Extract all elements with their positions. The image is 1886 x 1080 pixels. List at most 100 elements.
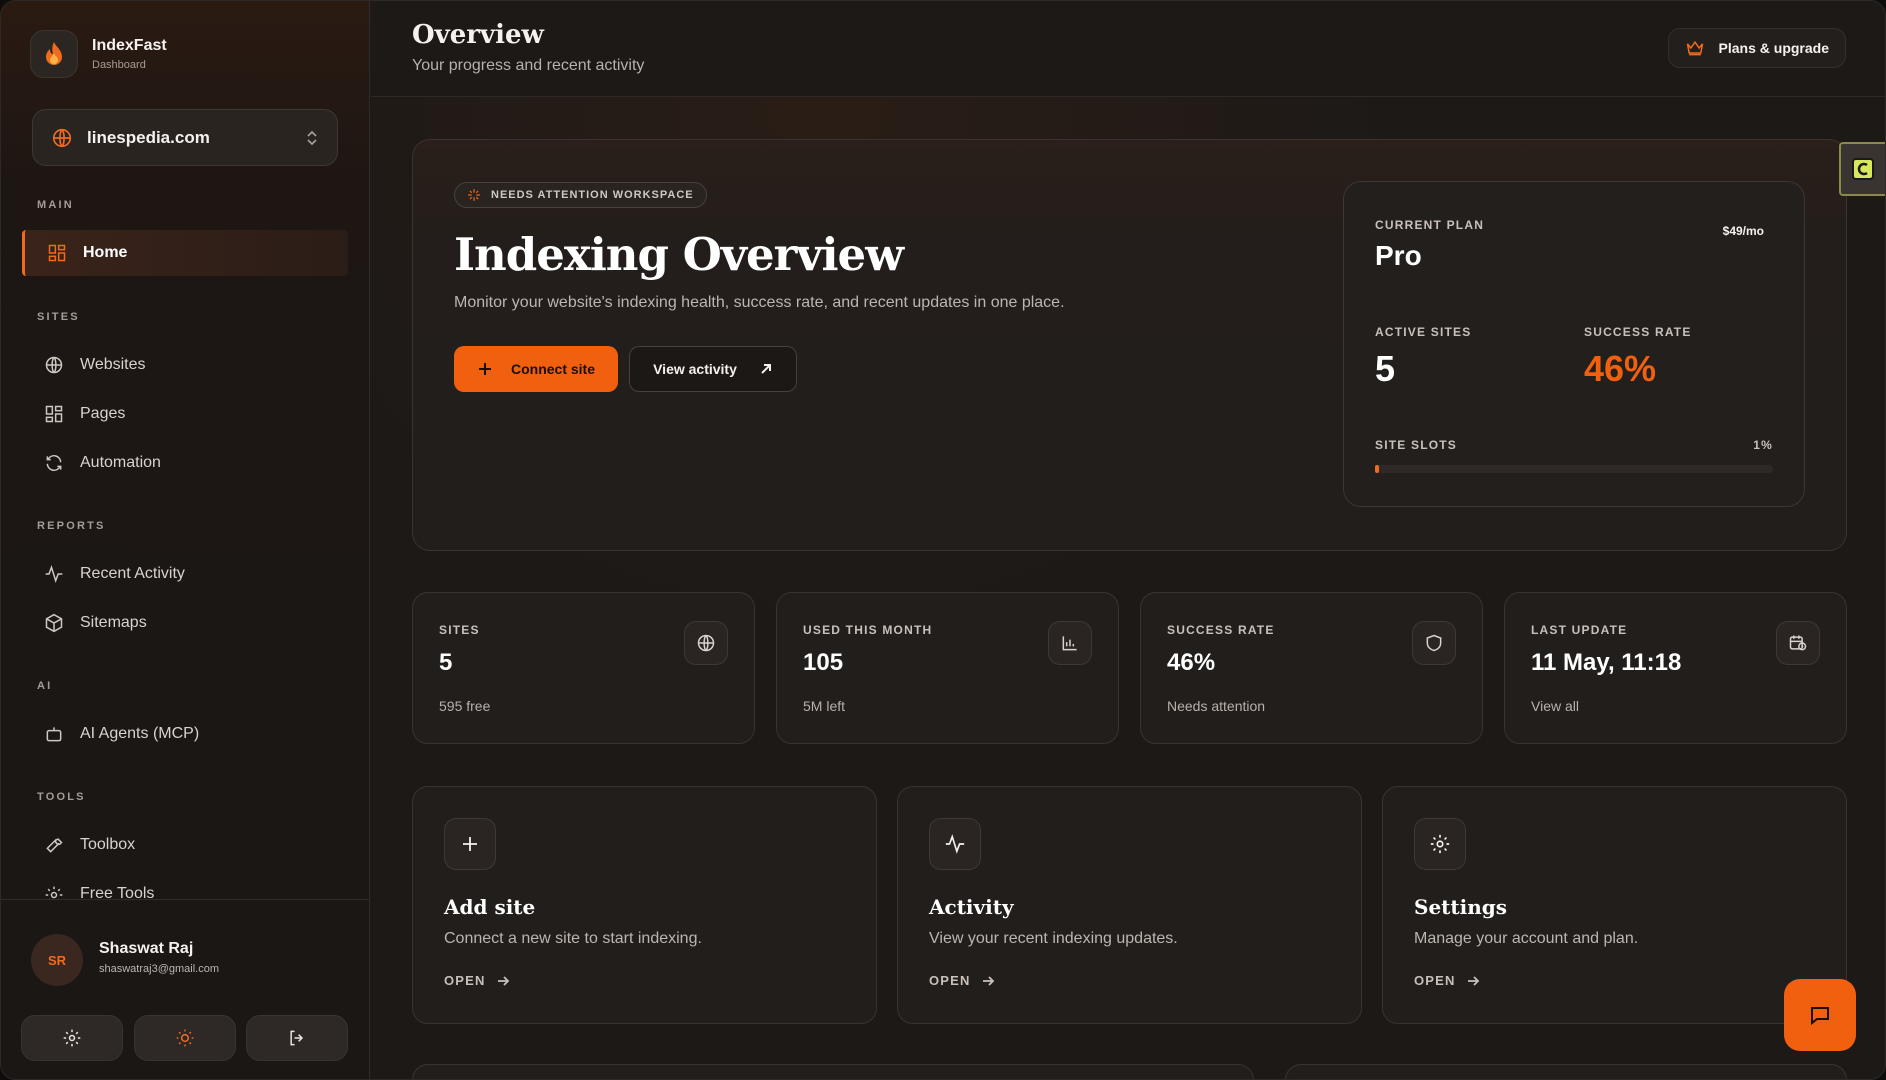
robot-icon bbox=[46, 727, 62, 742]
sidebar-item-recent-activity[interactable]: Recent Activity bbox=[22, 551, 348, 597]
arrow-right-icon bbox=[497, 975, 509, 986]
sidebar-item-label: AI Agents (MCP) bbox=[80, 725, 200, 742]
success-rate-value: 46% bbox=[1584, 348, 1657, 389]
stat-card-last-update[interactable]: LAST UPDATE 11 May, 11:18 View all bbox=[1504, 592, 1847, 744]
open-link[interactable]: OPEN bbox=[1414, 973, 1480, 988]
sidebar-item-free-tools[interactable]: Free Tools bbox=[22, 871, 348, 899]
theme-toggle-button[interactable] bbox=[134, 1015, 236, 1061]
action-card-settings[interactable]: Settings Manage your account and plan. O… bbox=[1382, 786, 1847, 1024]
sidebar-item-pages[interactable]: Pages bbox=[22, 391, 348, 437]
stat-sub: View all bbox=[1531, 698, 1579, 714]
wrench-icon bbox=[46, 838, 63, 853]
plans-upgrade-button[interactable]: Plans & upgrade bbox=[1667, 28, 1846, 68]
arrow-right-icon bbox=[1467, 975, 1479, 986]
site-selector-value: linespedia.com bbox=[87, 127, 210, 147]
brand-subtitle: Dashboard bbox=[92, 59, 146, 71]
action-description: Connect a new site to start indexing. bbox=[444, 930, 702, 947]
open-label: OPEN bbox=[929, 973, 971, 988]
logout-button[interactable] bbox=[246, 1015, 348, 1061]
shield-icon bbox=[1412, 621, 1456, 665]
stat-sub: Needs attention bbox=[1167, 698, 1266, 714]
avatar[interactable]: SR bbox=[31, 934, 83, 986]
site-selector[interactable]: linespedia.com bbox=[32, 109, 338, 166]
settings-button[interactable] bbox=[21, 1015, 123, 1061]
plus-icon bbox=[478, 363, 491, 375]
sparkle-icon bbox=[468, 189, 480, 201]
sidebar-item-label: Automation bbox=[80, 454, 161, 471]
sidebar-item-automation[interactable]: Automation bbox=[22, 440, 348, 486]
action-card-activity[interactable]: Activity View your recent indexing updat… bbox=[897, 786, 1362, 1024]
sun-icon bbox=[176, 1029, 194, 1047]
bottom-card-right bbox=[1285, 1064, 1847, 1079]
crown-icon bbox=[1686, 40, 1703, 56]
chat-button[interactable] bbox=[1784, 979, 1856, 1051]
sidebar-item-label: Sitemaps bbox=[80, 614, 147, 631]
arrow-up-right-icon bbox=[761, 364, 771, 374]
extension-tab[interactable] bbox=[1839, 142, 1885, 196]
stat-card-sites[interactable]: SITES 5 595 free bbox=[412, 592, 755, 744]
action-description: Manage your account and plan. bbox=[1414, 930, 1639, 947]
section-label-tools: TOOLS bbox=[37, 791, 86, 803]
sidebar-item-label: Recent Activity bbox=[80, 565, 185, 582]
plan-label: CURRENT PLAN bbox=[1375, 218, 1485, 232]
stat-value: 46% bbox=[1167, 649, 1216, 676]
calendar-clock-icon bbox=[1776, 621, 1820, 665]
view-activity-label: View activity bbox=[653, 361, 737, 377]
plan-price: $49/mo bbox=[1722, 224, 1764, 238]
globe-icon bbox=[52, 128, 72, 147]
brand[interactable]: IndexFast Dashboard bbox=[30, 30, 167, 78]
site-slots-value: 1% bbox=[1753, 438, 1773, 452]
user-email: shaswatraj3@gmail.com bbox=[99, 963, 219, 975]
sidebar-item-label: Home bbox=[83, 244, 128, 261]
activity-icon bbox=[45, 565, 63, 583]
stat-value: 11 May, 11:18 bbox=[1531, 649, 1682, 676]
logout-icon bbox=[290, 1030, 304, 1046]
action-title: Activity bbox=[929, 895, 1014, 919]
sidebar-item-label: Pages bbox=[80, 405, 126, 422]
grid-icon bbox=[45, 405, 63, 423]
section-label-main: MAIN bbox=[37, 199, 74, 211]
sidebar-item-label: Free Tools bbox=[80, 885, 155, 899]
site-slots-label: SITE SLOTS bbox=[1375, 438, 1458, 452]
gear-icon bbox=[63, 1029, 81, 1047]
open-label: OPEN bbox=[444, 973, 486, 988]
gear-icon bbox=[45, 886, 63, 899]
connect-site-label: Connect site bbox=[510, 361, 595, 377]
bar-chart-icon bbox=[1048, 621, 1092, 665]
open-link[interactable]: OPEN bbox=[444, 973, 510, 988]
globe-icon bbox=[45, 356, 63, 374]
stat-card-used-this-month[interactable]: USED THIS MONTH 105 5M left bbox=[776, 592, 1119, 744]
sidebar-item-toolbox[interactable]: Toolbox bbox=[22, 822, 348, 868]
stat-card-success-rate[interactable]: SUCCESS RATE 46% Needs attention bbox=[1140, 592, 1483, 744]
refresh-icon bbox=[46, 454, 62, 472]
sidebar-item-label: Toolbox bbox=[80, 836, 136, 853]
view-activity-button[interactable]: View activity bbox=[629, 346, 797, 392]
active-sites-value: 5 bbox=[1375, 348, 1396, 389]
sidebar-item-home[interactable]: Home bbox=[22, 230, 348, 276]
plans-upgrade-label: Plans & upgrade bbox=[1718, 40, 1829, 56]
plan-card: CURRENT PLAN $49/mo Pro ACTIVE SITES 5 S… bbox=[1343, 181, 1805, 507]
active-sites-label: ACTIVE SITES bbox=[1375, 325, 1472, 339]
app-window: IndexFast Dashboard linespedia.com MAIN … bbox=[0, 0, 1886, 1080]
stat-label: SUCCESS RATE bbox=[1167, 623, 1275, 637]
sidebar-item-ai-agents[interactable]: AI Agents (MCP) bbox=[22, 711, 348, 757]
top-bar: Overview Your progress and recent activi… bbox=[371, 1, 1885, 97]
status-badge: NEEDS ATTENTION WORKSPACE bbox=[454, 182, 707, 208]
site-slots-progress bbox=[1375, 465, 1773, 473]
action-title: Settings bbox=[1414, 895, 1508, 919]
flame-logo-icon bbox=[30, 30, 78, 78]
open-link[interactable]: OPEN bbox=[929, 973, 995, 988]
success-rate-label: SUCCESS RATE bbox=[1584, 325, 1692, 339]
plus-icon bbox=[444, 818, 496, 870]
action-description: View your recent indexing updates. bbox=[929, 930, 1178, 947]
section-label-sites: SITES bbox=[37, 311, 80, 323]
hero-card: NEEDS ATTENTION WORKSPACE Indexing Overv… bbox=[412, 139, 1847, 551]
connect-site-button[interactable]: Connect site bbox=[454, 346, 618, 392]
action-card-add-site[interactable]: Add site Connect a new site to start ind… bbox=[412, 786, 877, 1024]
sidebar-item-sitemaps[interactable]: Sitemaps bbox=[22, 600, 348, 646]
arrow-right-icon bbox=[982, 975, 994, 986]
user-block: SR Shaswat Raj shaswatraj3@gmail.com bbox=[1, 899, 370, 1079]
globe-icon bbox=[684, 621, 728, 665]
sidebar-item-websites[interactable]: Websites bbox=[22, 342, 348, 388]
chat-icon bbox=[1811, 1007, 1829, 1026]
